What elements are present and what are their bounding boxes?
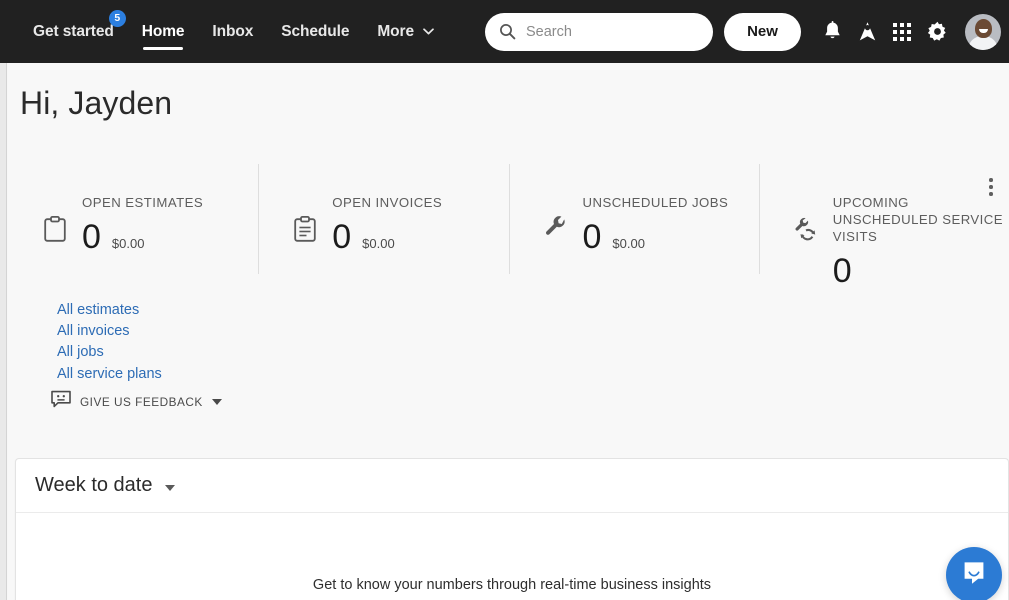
- link-all-service-plans[interactable]: All service plans: [57, 364, 162, 385]
- caret-down-icon: [165, 485, 175, 491]
- get-started-count-badge: 5: [109, 10, 126, 27]
- wrench-refresh-icon: [791, 194, 821, 242]
- chat-bubble-smile-icon: [961, 560, 987, 591]
- stats-panel: OPEN ESTIMATES 0 $0.00: [8, 158, 1009, 471]
- search-icon: [499, 23, 516, 40]
- clipboard-lines-icon: [290, 194, 320, 242]
- feedback-smiley-icon: [51, 390, 71, 413]
- primary-nav: Get started 5 Home Inbox Schedule More: [33, 0, 462, 63]
- nav-item-home[interactable]: Home: [142, 23, 185, 41]
- stat-body: UNSCHEDULED JOBS 0 $0.00: [583, 194, 729, 254]
- quick-links: All estimates All invoices All jobs All …: [57, 300, 162, 385]
- nav-item-label: Schedule: [281, 23, 349, 40]
- feedback-label: GIVE US FEEDBACK: [80, 395, 203, 409]
- stat-numbers: 0: [833, 254, 1008, 288]
- page-title: Hi, Jayden: [20, 85, 172, 122]
- caret-down-icon: [212, 399, 222, 405]
- insights-card-header: Week to date: [16, 459, 1008, 513]
- stat-label: UNSCHEDULED JOBS: [583, 194, 729, 211]
- stat-card-open-estimates[interactable]: OPEN ESTIMATES 0 $0.00: [8, 158, 258, 284]
- nav-item-inbox[interactable]: Inbox: [212, 23, 253, 41]
- business-insights-card: Week to date Get to know your numbers th…: [15, 458, 1009, 600]
- three-dots-vertical-icon-dot: [989, 192, 993, 196]
- avatar-body: [968, 36, 998, 50]
- link-all-invoices[interactable]: All invoices: [57, 321, 130, 342]
- stat-body: OPEN INVOICES 0 $0.00: [332, 194, 442, 254]
- bell-icon[interactable]: [815, 15, 849, 49]
- stat-amount: $0.00: [612, 236, 645, 251]
- stat-card-unscheduled-jobs[interactable]: UNSCHEDULED JOBS 0 $0.00: [509, 158, 759, 284]
- chevron-down-icon: [423, 22, 434, 40]
- link-all-estimates[interactable]: All estimates: [57, 300, 139, 321]
- give-us-feedback-button[interactable]: GIVE US FEEDBACK: [51, 390, 222, 413]
- stat-value: 0: [583, 220, 602, 254]
- apps-grid-icon[interactable]: [885, 15, 919, 49]
- insights-tagline: Get to know your numbers through real-ti…: [313, 577, 711, 593]
- stat-value: 0: [82, 220, 101, 254]
- wrench-icon: [541, 194, 571, 240]
- stat-numbers: 0 $0.00: [332, 220, 442, 254]
- stat-label: OPEN ESTIMATES: [82, 194, 203, 211]
- map-pin-icon[interactable]: [850, 15, 884, 49]
- stat-numbers: 0 $0.00: [583, 220, 729, 254]
- nav-item-label: Get started: [33, 23, 114, 40]
- gear-icon[interactable]: [920, 15, 954, 49]
- search-placeholder: Search: [526, 24, 572, 40]
- main-content: Hi, Jayden OPEN ESTIMATES 0 $0.00: [8, 63, 1009, 600]
- stat-value: 0: [332, 220, 351, 254]
- new-button[interactable]: New: [724, 13, 801, 51]
- nav-item-get-started[interactable]: Get started 5: [33, 23, 114, 41]
- nav-item-label: Home: [142, 23, 185, 40]
- nav-item-more[interactable]: More: [377, 22, 434, 41]
- stat-numbers: 0 $0.00: [82, 220, 203, 254]
- insights-card-body: Get to know your numbers through real-ti…: [16, 513, 1008, 600]
- nav-item-label: Inbox: [212, 23, 253, 40]
- period-label: Week to date: [35, 474, 152, 497]
- nav-item-label: More: [377, 23, 414, 40]
- stat-amount: $0.00: [362, 236, 395, 251]
- stat-label: OPEN INVOICES: [332, 194, 442, 211]
- nav-actions: Search New: [485, 0, 1009, 63]
- stats-overflow-menu[interactable]: [982, 170, 1000, 204]
- user-avatar[interactable]: [965, 14, 1001, 50]
- top-navigation-bar: Get started 5 Home Inbox Schedule More: [0, 0, 1009, 63]
- link-all-jobs[interactable]: All jobs: [57, 342, 104, 363]
- search-input[interactable]: Search: [485, 13, 713, 51]
- clipboard-blank-icon: [40, 194, 70, 242]
- stats-row: OPEN ESTIMATES 0 $0.00: [8, 158, 1009, 284]
- avatar-smile: [979, 29, 988, 33]
- stat-card-open-invoices[interactable]: OPEN INVOICES 0 $0.00: [258, 158, 508, 284]
- stat-amount: $0.00: [112, 236, 145, 251]
- collapsed-sidebar-rail[interactable]: [0, 63, 7, 600]
- stat-value: 0: [833, 254, 852, 288]
- three-dots-vertical-icon-dot: [989, 178, 993, 182]
- stat-body: OPEN ESTIMATES 0 $0.00: [82, 194, 203, 254]
- chat-launcher[interactable]: [946, 547, 1002, 600]
- three-dots-vertical-icon-dot: [989, 185, 993, 189]
- period-select[interactable]: Week to date: [35, 474, 175, 497]
- stat-body: UPCOMING UNSCHEDULED SERVICE VISITS 0: [833, 194, 1008, 288]
- stat-card-upcoming-service-visits[interactable]: UPCOMING UNSCHEDULED SERVICE VISITS 0: [759, 158, 1009, 284]
- nav-item-schedule[interactable]: Schedule: [281, 23, 349, 41]
